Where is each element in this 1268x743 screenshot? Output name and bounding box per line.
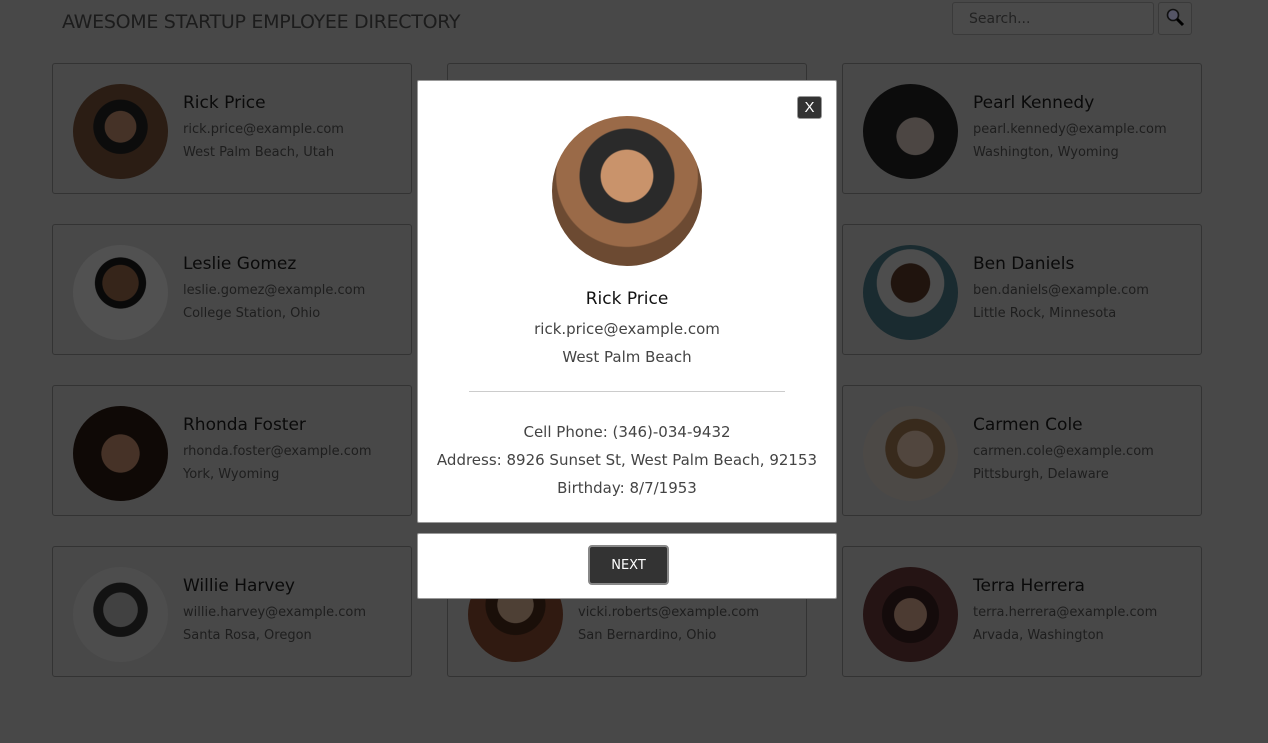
modal-address: Address: 8926 Sunset St, West Palm Beach… xyxy=(436,451,818,469)
avatar xyxy=(863,567,958,662)
employee-name: Terra Herrera xyxy=(973,576,1085,596)
employee-name: Leslie Gomez xyxy=(183,254,297,274)
close-button[interactable]: X xyxy=(797,96,822,119)
search-input[interactable] xyxy=(952,2,1154,35)
employee-card[interactable]: Ben Daniels ben.daniels@example.com Little… xyxy=(842,224,1202,355)
employee-card[interactable]: Rick Price rick.price@example.com West Pal… xyxy=(52,63,412,194)
employee-email: rick.price@example.com xyxy=(183,122,344,137)
avatar xyxy=(73,245,168,340)
avatar xyxy=(863,245,958,340)
modal-city: West Palm Beach xyxy=(562,348,692,366)
employee-location: Pittsburgh, Delaware xyxy=(973,467,1109,482)
employee-email: willie.harvey@example.com xyxy=(183,605,366,620)
employee-card[interactable]: Carmen Cole carmen.cole@example.com Pittsb… xyxy=(842,385,1202,516)
employee-card[interactable]: Terra Herrera terra.herrera@example.com Ar… xyxy=(842,546,1202,677)
employee-card[interactable]: Willie Harvey willie.harvey@example.com Sa… xyxy=(52,546,412,677)
employee-location: College Station, Ohio xyxy=(183,306,321,321)
employee-email: carmen.cole@example.com xyxy=(973,444,1154,459)
employee-location: York, Wyoming xyxy=(183,467,280,482)
employee-email: pearl.kennedy@example.com xyxy=(973,122,1167,137)
employee-location: Little Rock, Minnesota xyxy=(973,306,1117,321)
avatar xyxy=(73,406,168,501)
avatar xyxy=(863,84,958,179)
employee-location: Washington, Wyoming xyxy=(973,145,1119,160)
divider xyxy=(469,391,785,392)
modal-name: Rick Price xyxy=(585,289,669,309)
employee-email: vicki.roberts@example.com xyxy=(578,605,760,620)
employee-name: Carmen Cole xyxy=(973,415,1083,435)
employee-email: leslie.gomez@example.com xyxy=(183,283,366,298)
employee-name: Rhonda Foster xyxy=(183,415,306,435)
employee-name: Rick Price xyxy=(183,93,266,113)
search-button[interactable] xyxy=(1158,2,1192,35)
employee-email: ben.daniels@example.com xyxy=(973,283,1149,298)
avatar xyxy=(863,406,958,501)
employee-location: Arvada, Washington xyxy=(973,628,1104,643)
modal-footer: NEXT xyxy=(417,533,837,599)
employee-modal: X Rick Price rick.price@example.com West… xyxy=(417,80,837,523)
employee-email: rhonda.foster@example.com xyxy=(183,444,372,459)
magnifier-icon xyxy=(1165,7,1185,30)
employee-card[interactable]: Pearl Kennedy pearl.kennedy@example.com Wa… xyxy=(842,63,1202,194)
employee-location: West Palm Beach, Utah xyxy=(183,145,335,160)
modal-email: rick.price@example.com xyxy=(534,320,720,338)
modal-phone: Cell Phone: (346)-034-9432 xyxy=(523,423,731,441)
page-title: AWESOME STARTUP EMPLOYEE DIRECTORY xyxy=(62,11,461,33)
employee-location: Santa Rosa, Oregon xyxy=(183,628,312,643)
employee-card[interactable]: Leslie Gomez leslie.gomez@example.com Coll… xyxy=(52,224,412,355)
modal-avatar xyxy=(552,116,702,266)
employee-name: Ben Daniels xyxy=(973,254,1075,274)
avatar xyxy=(73,567,168,662)
next-button[interactable]: NEXT xyxy=(588,545,669,585)
employee-email: terra.herrera@example.com xyxy=(973,605,1158,620)
modal-birthday: Birthday: 8/7/1953 xyxy=(557,479,697,497)
employee-location: San Bernardino, Ohio xyxy=(578,628,717,643)
employee-card[interactable]: Rhonda Foster rhonda.foster@example.com Yo… xyxy=(52,385,412,516)
employee-name: Pearl Kennedy xyxy=(973,93,1095,113)
avatar xyxy=(73,84,168,179)
employee-name: Willie Harvey xyxy=(183,576,295,596)
